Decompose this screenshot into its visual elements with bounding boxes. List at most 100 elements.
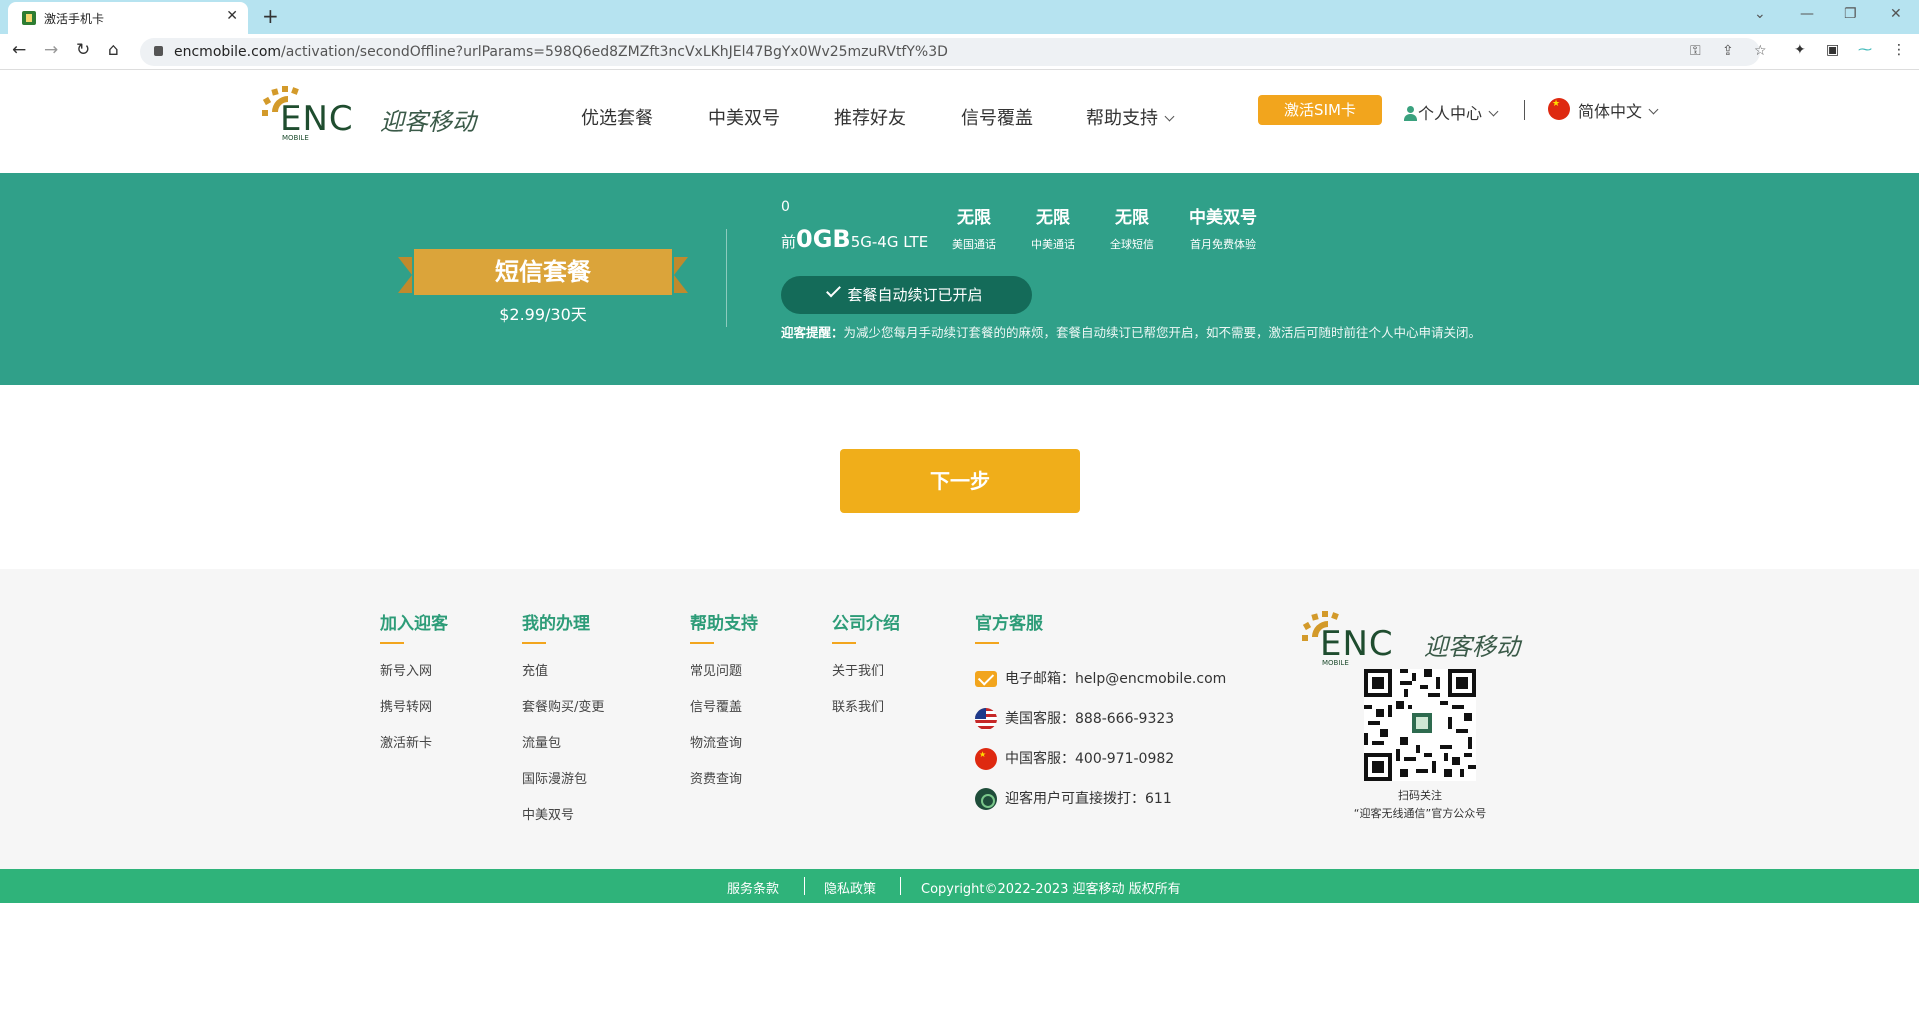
profile-icon[interactable]: ⁓ bbox=[1858, 42, 1872, 58]
svg-text:迎客移动: 迎客移动 bbox=[380, 108, 479, 136]
enc-icon bbox=[975, 788, 997, 810]
footer-col-title: 官方客服 bbox=[975, 614, 1043, 634]
extensions-icon[interactable]: ✦ bbox=[1794, 42, 1806, 58]
user-icon bbox=[1404, 106, 1417, 121]
contact-email: 电子邮箱：help@encmobile.com bbox=[975, 668, 1226, 694]
footer-link[interactable]: 充值 bbox=[522, 660, 604, 696]
svg-text:迎客移动: 迎客移动 bbox=[1424, 633, 1523, 661]
lock-icon bbox=[154, 46, 163, 56]
banner-divider bbox=[726, 229, 727, 327]
language-dropdown[interactable]: 简体中文 bbox=[1578, 98, 1657, 122]
feature-dual-number: 中美双号 首月免费体验 bbox=[1189, 208, 1257, 251]
renew-notice: 迎客提醒：为减少您每月手动续订套餐的的麻烦，套餐自动续订已帮您开启，如不需要，激… bbox=[781, 325, 1482, 340]
tab-search-icon[interactable]: ⌄ bbox=[1754, 6, 1766, 22]
back-icon[interactable]: ← bbox=[12, 40, 26, 60]
privacy-link[interactable]: 隐私政策 bbox=[824, 878, 876, 897]
minimize-icon[interactable]: — bbox=[1800, 6, 1814, 22]
copyright-text: Copyright©2022-2023 迎客移动 版权所有 bbox=[921, 882, 1181, 897]
url-text: encmobile.com/activation/secondOffline?u… bbox=[174, 44, 948, 60]
address-bar[interactable]: encmobile.com/activation/secondOffline?u… bbox=[140, 38, 1767, 66]
contact-us-phone: 美国客服：888-666-9323 bbox=[975, 708, 1174, 734]
footer-link[interactable]: 资费查询 bbox=[690, 768, 758, 804]
restore-icon[interactable]: ❐ bbox=[1844, 6, 1857, 22]
share-icon[interactable]: ⇪ bbox=[1722, 43, 1734, 59]
forward-icon[interactable]: → bbox=[44, 40, 58, 60]
us-flag-icon bbox=[975, 708, 997, 730]
home-icon[interactable]: ⌂ bbox=[108, 40, 119, 60]
nav-refer-friend[interactable]: 推荐好友 bbox=[834, 104, 906, 130]
svg-text:MOBILE: MOBILE bbox=[282, 134, 309, 142]
next-step-button[interactable]: 下一步 bbox=[840, 449, 1080, 513]
auto-renew-status[interactable]: 套餐自动续订已开启 bbox=[781, 276, 1032, 314]
bookmark-star-icon[interactable]: ☆ bbox=[1754, 43, 1767, 59]
close-window-icon[interactable]: ✕ bbox=[1890, 6, 1902, 22]
browser-toolbar: ← → ↻ ⌂ encmobile.com/activation/secondO… bbox=[0, 34, 1919, 70]
footer-link[interactable]: 新号入网 bbox=[380, 660, 448, 696]
plan-banner: 短信套餐 $2.99/30天 0 前0GB5G-4G LTE 无限 美国通话 无限… bbox=[0, 173, 1919, 385]
contact-cn-phone: 中国客服：400-971-0982 bbox=[975, 748, 1174, 774]
wechat-qr-code bbox=[1364, 669, 1476, 781]
tab-title: 激活手机卡 bbox=[44, 12, 105, 26]
footer-link[interactable]: 套餐购买/变更 bbox=[522, 696, 604, 732]
footer-col-help: 帮助支持 常见问题 信号覆盖 物流查询 资费查询 bbox=[690, 609, 758, 804]
footer-col-title: 帮助支持 bbox=[690, 614, 758, 634]
footer-col-join: 加入迎客 新号入网 携号转网 激活新卡 bbox=[380, 609, 448, 768]
svg-text:ENC: ENC bbox=[280, 99, 354, 139]
footer-col-title: 加入迎客 bbox=[380, 614, 448, 634]
footer-link[interactable]: 联系我们 bbox=[832, 696, 900, 732]
contact-short-dial: 迎客用户可直接拨打：611 bbox=[975, 788, 1172, 814]
footer-link[interactable]: 常见问题 bbox=[690, 660, 758, 696]
header-divider bbox=[1524, 100, 1525, 120]
plan-name: 短信套餐 bbox=[495, 258, 591, 286]
terms-link[interactable]: 服务条款 bbox=[727, 878, 779, 897]
china-flag-icon bbox=[1548, 98, 1570, 120]
cn-flag-icon bbox=[975, 748, 997, 770]
feature-global-sms: 无限 全球短信 bbox=[1110, 208, 1154, 251]
reload-icon[interactable]: ↻ bbox=[76, 40, 90, 60]
plan-price: $2.99/30天 bbox=[499, 305, 587, 324]
footer-link[interactable]: 中美双号 bbox=[522, 804, 604, 840]
footer-col-service: 官方客服 bbox=[975, 609, 1043, 660]
nav-help-dropdown[interactable]: 帮助支持 bbox=[1086, 104, 1173, 130]
feature-us-calls: 无限 美国通话 bbox=[952, 208, 996, 251]
favicon-icon bbox=[22, 11, 36, 25]
footer-col-title: 我的办理 bbox=[522, 614, 590, 634]
footer-link[interactable]: 激活新卡 bbox=[380, 732, 448, 768]
footer: 加入迎客 新号入网 携号转网 激活新卡 我的办理 充值 套餐购买/变更 流量包 … bbox=[0, 569, 1919, 869]
footer-link[interactable]: 携号转网 bbox=[380, 696, 448, 732]
data-zero: 0 bbox=[781, 199, 790, 215]
svg-text:ENC: ENC bbox=[1320, 624, 1394, 664]
footer-col-company: 公司介绍 关于我们 联系我们 bbox=[832, 609, 900, 732]
footer-link[interactable]: 物流查询 bbox=[690, 732, 758, 768]
nav-coverage[interactable]: 信号覆盖 bbox=[961, 104, 1033, 130]
qr-caption: 扫码关注 “迎客无线通信”官方公众号 bbox=[1353, 789, 1487, 820]
browser-tab-bar: 激活手机卡 ✕ + ⌄ — ❐ ✕ bbox=[0, 0, 1919, 34]
mail-icon bbox=[975, 671, 997, 687]
nav-plans[interactable]: 优选套餐 bbox=[581, 104, 653, 130]
new-tab-icon[interactable]: + bbox=[262, 4, 279, 28]
browser-tab[interactable]: 激活手机卡 ✕ bbox=[8, 2, 248, 34]
footer-col-services: 我的办理 充值 套餐购买/变更 流量包 国际漫游包 中美双号 bbox=[522, 609, 604, 840]
feature-cn-us-calls: 无限 中美通话 bbox=[1031, 208, 1075, 251]
footer-link[interactable]: 流量包 bbox=[522, 732, 604, 768]
sidebar-icon[interactable]: ▣ bbox=[1826, 42, 1839, 58]
menu-icon[interactable]: ⋮ bbox=[1892, 42, 1906, 58]
email-link[interactable]: help@encmobile.com bbox=[1075, 671, 1226, 687]
plan-ribbon: 短信套餐 bbox=[398, 249, 688, 295]
activate-sim-button[interactable]: 激活SIM卡 bbox=[1258, 95, 1382, 125]
footer-link[interactable]: 国际漫游包 bbox=[522, 768, 604, 804]
enc-logo[interactable]: ENC MOBILE 迎客移动 bbox=[258, 82, 498, 142]
footer-col-title: 公司介绍 bbox=[832, 614, 900, 634]
footer-bottom-bar: 服务条款 隐私政策 Copyright©2022-2023 迎客移动 版权所有 bbox=[0, 869, 1919, 903]
svg-text:MOBILE: MOBILE bbox=[1322, 659, 1349, 667]
close-tab-icon[interactable]: ✕ bbox=[226, 8, 238, 24]
key-icon[interactable]: ⚿ bbox=[1690, 43, 1701, 59]
user-center-dropdown[interactable]: 个人中心 bbox=[1404, 100, 1497, 124]
footer-link[interactable]: 信号覆盖 bbox=[690, 696, 758, 732]
footer-link[interactable]: 关于我们 bbox=[832, 660, 900, 696]
site-header: ENC MOBILE 迎客移动 优选套餐 中美双号 推荐好友 信号覆盖 帮助支持… bbox=[0, 70, 1919, 173]
nav-dual-number[interactable]: 中美双号 bbox=[708, 104, 780, 130]
checkmark-icon bbox=[826, 282, 842, 298]
data-allowance: 前0GB5G-4G LTE bbox=[781, 225, 929, 253]
footer-enc-logo: ENC MOBILE 迎客移动 bbox=[1298, 607, 1542, 667]
